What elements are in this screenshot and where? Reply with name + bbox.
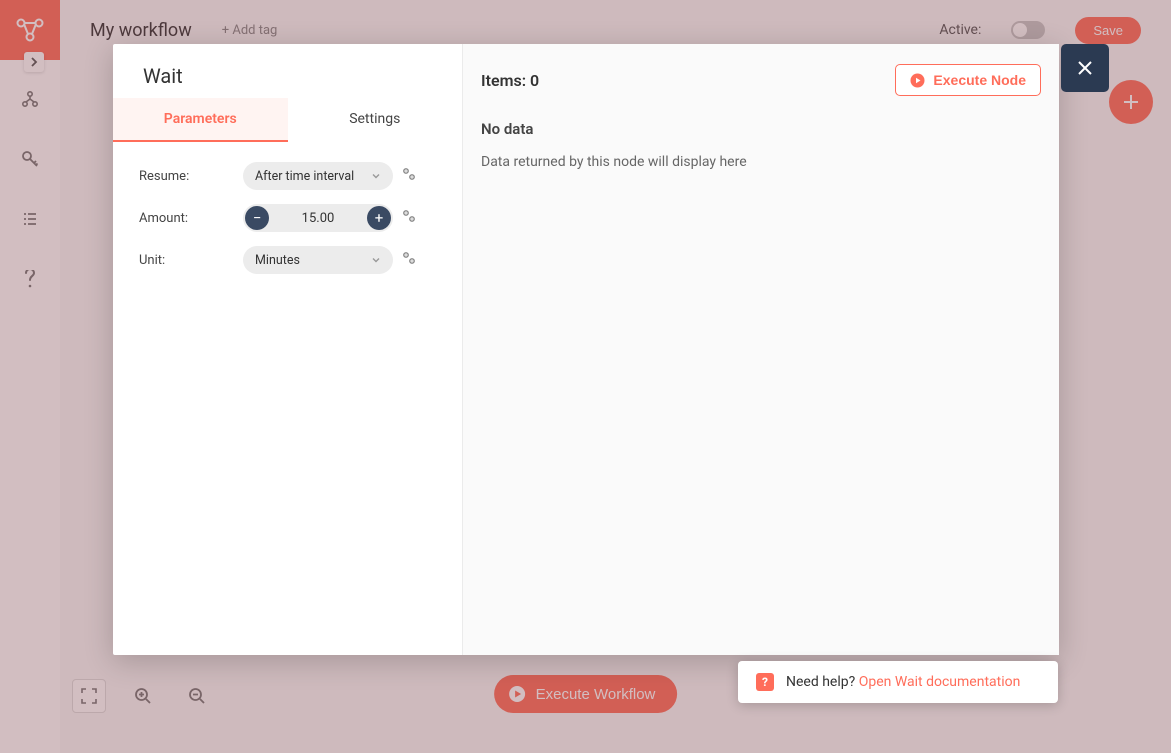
resume-select[interactable]: After time interval [243, 162, 393, 190]
help-doc-link[interactable]: Open Wait documentation [859, 674, 1021, 690]
unit-options-button[interactable] [401, 250, 417, 270]
help-text: Need help? Open Wait documentation [786, 674, 1020, 690]
resume-label: Resume: [139, 169, 235, 184]
chevron-down-icon [371, 171, 381, 181]
node-title: Wait [113, 44, 462, 98]
help-prefix: Need help? [786, 674, 859, 690]
question-icon: ? [756, 673, 774, 691]
tab-settings[interactable]: Settings [288, 98, 463, 142]
modal-tabs: Parameters Settings [113, 98, 462, 142]
output-panel: Items: 0 Execute Node No data Data retur… [463, 44, 1059, 655]
amount-stepper[interactable]: − 15.00 + [243, 204, 393, 232]
amount-increment-button[interactable]: + [367, 206, 391, 230]
tab-parameters[interactable]: Parameters [113, 98, 288, 142]
amount-options-button[interactable] [401, 208, 417, 228]
amount-decrement-button[interactable]: − [245, 206, 269, 230]
nodata-description: Data returned by this node will display … [481, 154, 1041, 170]
unit-value: Minutes [255, 253, 300, 268]
parameters-panel: Wait Parameters Settings Resume: After t… [113, 44, 463, 655]
resume-value: After time interval [255, 169, 354, 184]
unit-select[interactable]: Minutes [243, 246, 393, 274]
nodata-title: No data [481, 120, 1041, 138]
node-editor-modal: Wait Parameters Settings Resume: After t… [113, 44, 1059, 655]
close-modal-button[interactable] [1061, 44, 1109, 92]
items-count: Items: 0 [481, 71, 539, 90]
amount-label: Amount: [139, 211, 235, 226]
close-icon [1076, 59, 1094, 77]
unit-label: Unit: [139, 253, 235, 268]
help-toast: ? Need help? Open Wait documentation [738, 661, 1058, 703]
gear-icon [401, 208, 417, 224]
gear-icon [401, 250, 417, 266]
gear-icon [401, 166, 417, 182]
execute-node-button[interactable]: Execute Node [895, 64, 1041, 96]
execute-node-label: Execute Node [933, 72, 1026, 88]
play-circle-icon [910, 73, 925, 88]
chevron-down-icon [371, 255, 381, 265]
resume-options-button[interactable] [401, 166, 417, 186]
amount-value[interactable]: 15.00 [271, 211, 365, 226]
